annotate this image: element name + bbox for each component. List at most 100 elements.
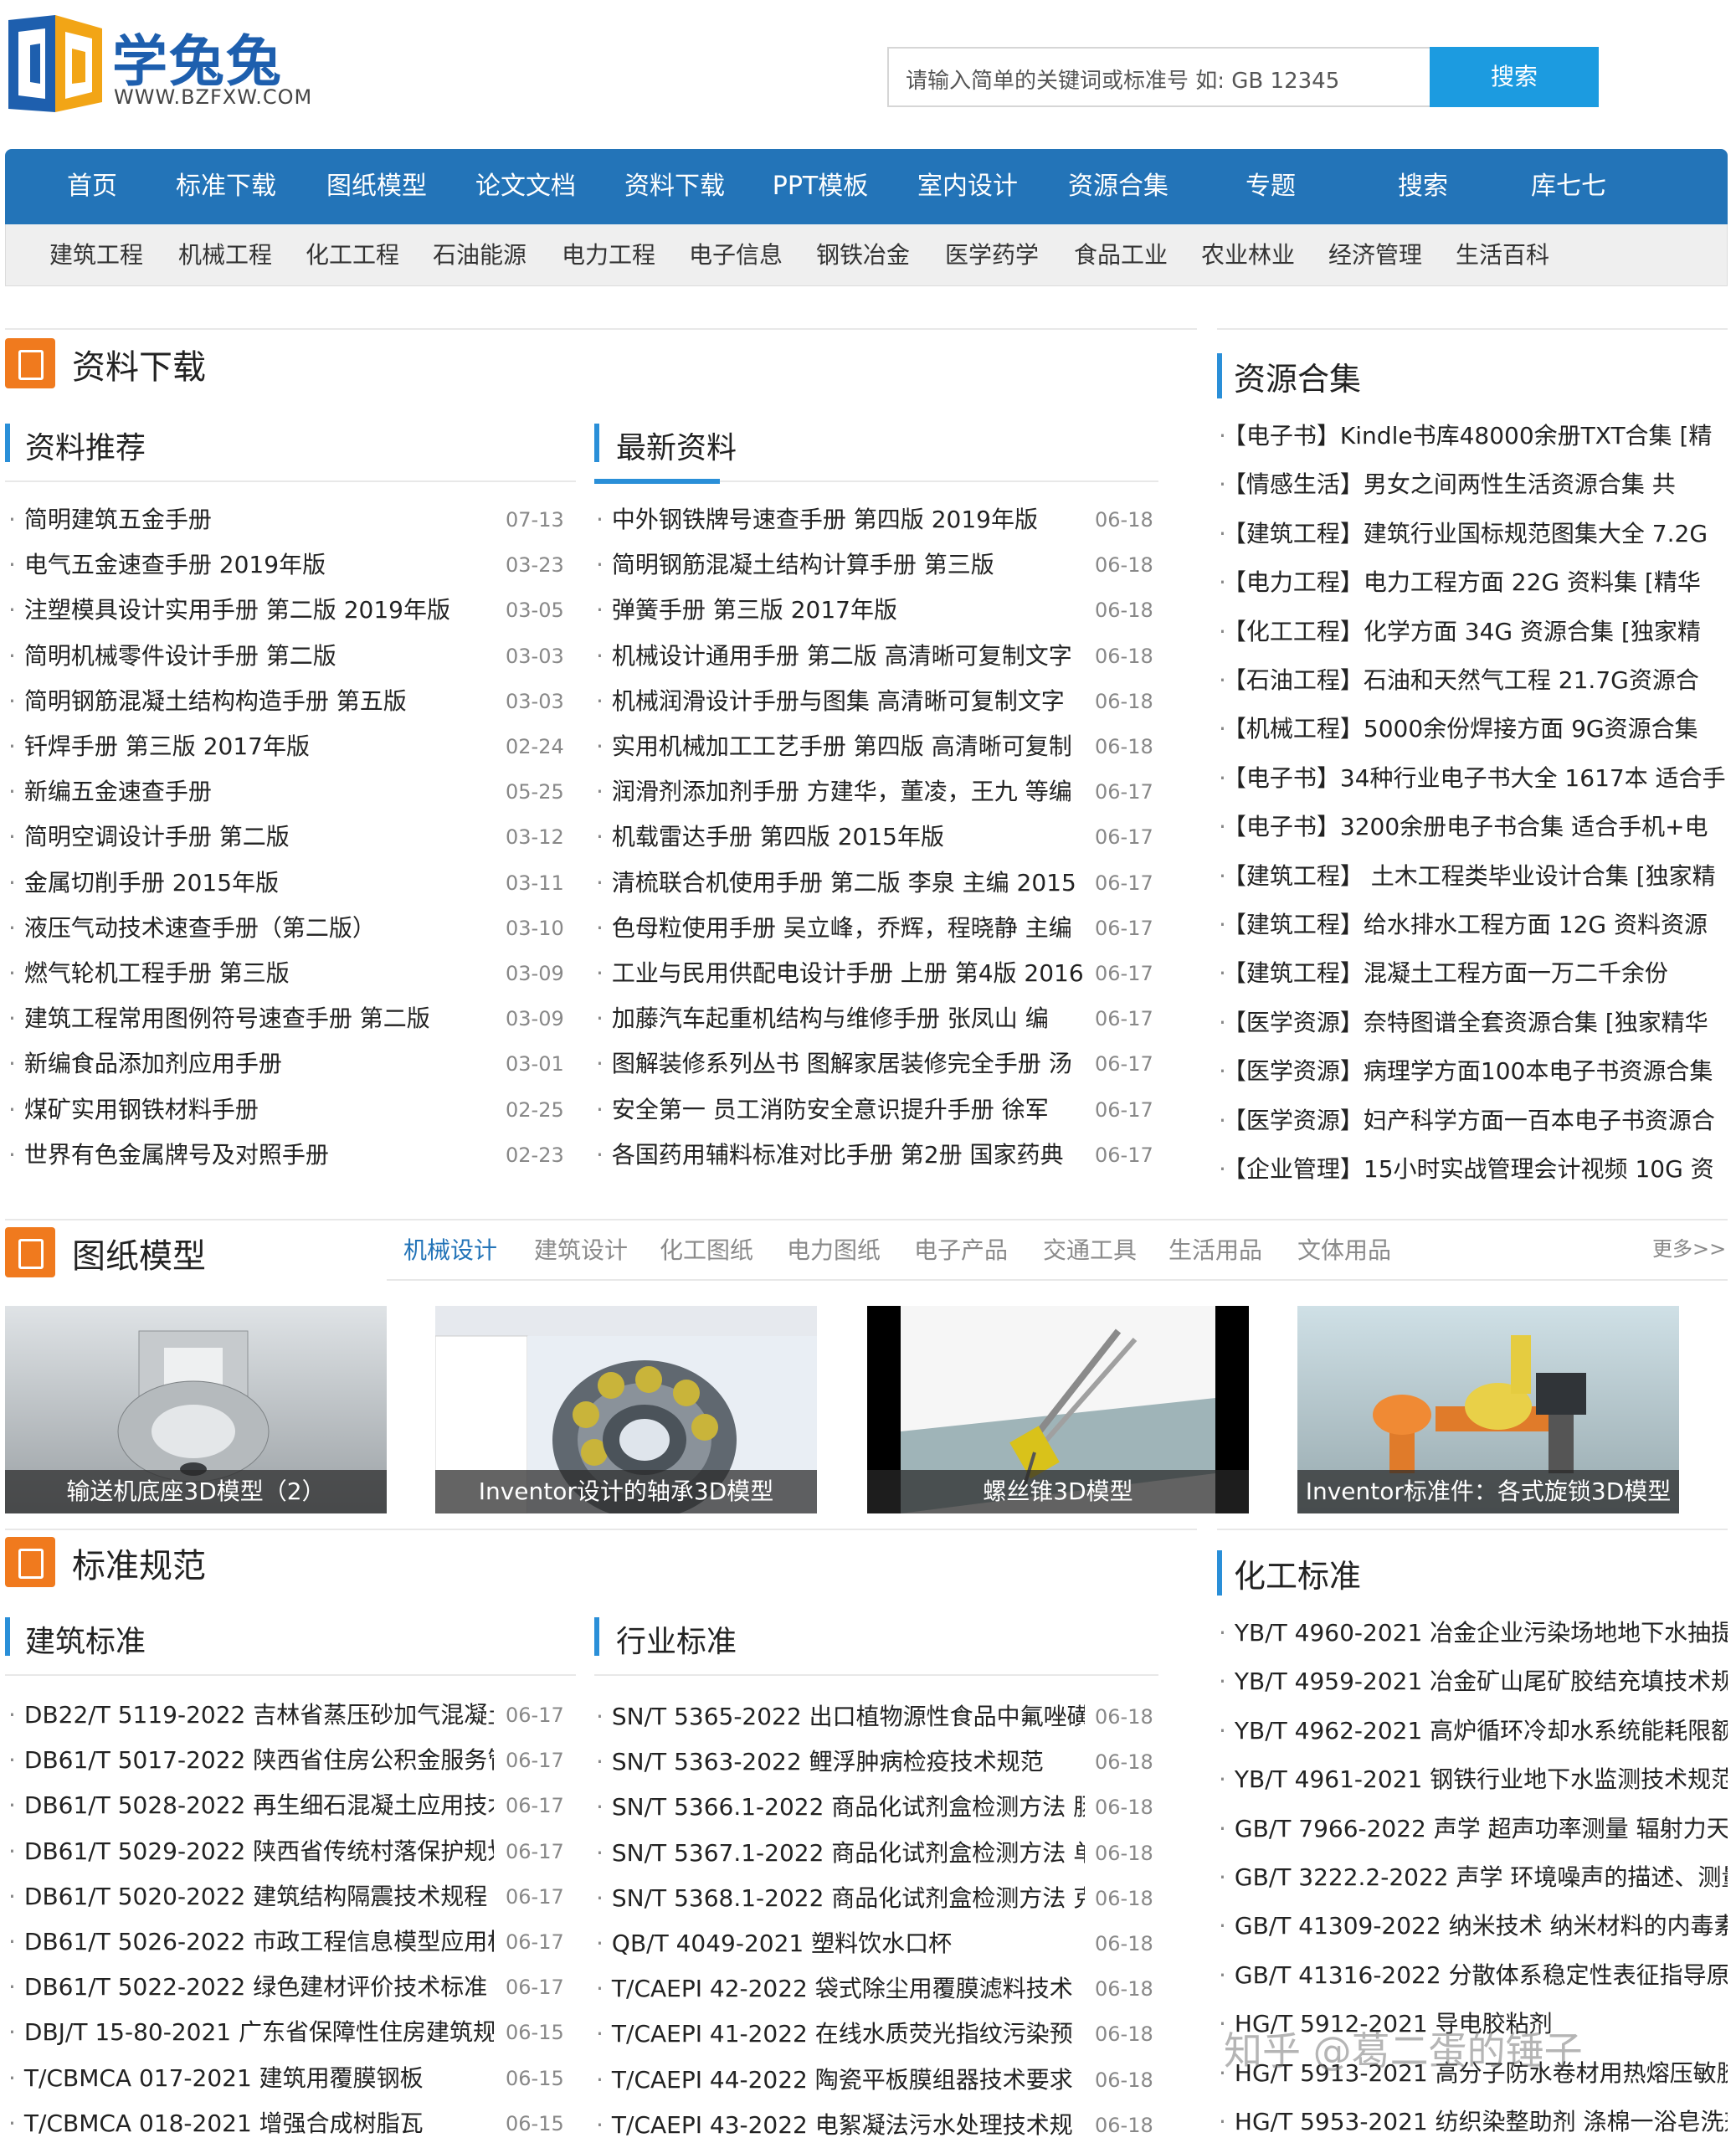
list-item[interactable]: 简明建筑五金手册: [8, 497, 494, 542]
list-item[interactable]: HG/T 5953-2021 纺织染整助剂 涤棉一浴皂洗剂: [1219, 2099, 1728, 2145]
thumb-card[interactable]: Inventor标准件：各式旋锁3D模型: [1297, 1306, 1679, 1513]
nav-item[interactable]: 库七七: [1510, 149, 1627, 224]
list-item[interactable]: 清梳联合机使用手册 第二版 李泉 主编 2015: [596, 861, 1085, 906]
thumb-card[interactable]: 输送机底座3D模型（2）: [5, 1306, 387, 1513]
more-link[interactable]: 更多>>: [1652, 1232, 1726, 1262]
list-item[interactable]: 【医学资源】病理学方面100本电子书资源合集: [1219, 1049, 1728, 1094]
nav-item[interactable]: PPT模板: [762, 149, 879, 224]
list-item[interactable]: 润滑剂添加剂手册 方建华，董凌，王九 等编: [596, 769, 1085, 814]
list-item[interactable]: SN/T 5366.1-2022 商品化试剂盒检测方法 肠: [596, 1785, 1085, 1830]
category-item[interactable]: 石油能源: [433, 224, 526, 286]
nav-item[interactable]: 专题: [1212, 149, 1329, 224]
list-item[interactable]: 电气五金速查手册 2019年版: [8, 542, 494, 588]
list-item[interactable]: DB61/T 5020-2022 建筑结构隔震技术规程: [8, 1874, 494, 1919]
tab-3[interactable]: 化工图纸: [660, 1219, 753, 1282]
list-item[interactable]: GB/T 3222.2-2022 声学 环境噪声的描述、测量: [1219, 1855, 1728, 1900]
list-item[interactable]: YB/T 4962-2021 高炉循环冷却水系统能耗限额: [1219, 1709, 1728, 1754]
list-item[interactable]: 机载雷达手册 第四版 2015年版: [596, 814, 1085, 860]
list-item[interactable]: DB61/T 5017-2022 陕西省住房公积金服务管: [8, 1738, 494, 1783]
category-item[interactable]: 钢铁冶金: [816, 224, 910, 286]
category-item[interactable]: 建筑工程: [49, 224, 143, 286]
list-item[interactable]: DB61/T 5028-2022 再生细石混凝土应用技术: [8, 1783, 494, 1828]
nav-item[interactable]: 论文文档: [467, 149, 584, 224]
search-button[interactable]: 搜索: [1430, 47, 1599, 107]
search-input[interactable]: 请输入简单的关键词或标准号 如: GB 12345: [887, 47, 1431, 107]
thumb-card[interactable]: 螺丝锥3D模型: [867, 1306, 1249, 1513]
list-item[interactable]: SN/T 5368.1-2022 商品化试剂盒检测方法 克: [596, 1876, 1085, 1921]
list-item[interactable]: DB22/T 5119-2022 吉林省蒸压砂加气混凝土: [8, 1693, 494, 1738]
thumb-card[interactable]: Inventor设计的轴承3D模型: [435, 1306, 817, 1513]
list-item[interactable]: T/CAEPI 41-2022 在线水质荧光指纹污染预: [596, 2012, 1085, 2057]
list-item[interactable]: 【建筑工程】建筑行业国标规范图集大全 7.2G: [1219, 511, 1728, 557]
list-item[interactable]: 简明空调设计手册 第二版: [8, 814, 494, 860]
list-item[interactable]: 燃气轮机工程手册 第三版: [8, 951, 494, 996]
tab-8[interactable]: 文体用品: [1297, 1219, 1391, 1282]
list-item[interactable]: 机械设计通用手册 第二版 高清晰可复制文字: [596, 634, 1085, 679]
category-item[interactable]: 食品工业: [1074, 224, 1168, 286]
list-item[interactable]: 【电子书】34种行业电子书大全 1617本 适合手: [1219, 756, 1728, 801]
list-item[interactable]: T/CAEPI 43-2022 电絮凝法污水处理技术规: [596, 2103, 1085, 2148]
list-item[interactable]: 【石油工程】石油和天然气工程 21.7G资源合: [1219, 658, 1728, 703]
list-item[interactable]: GB/T 41316-2022 分散体系稳定性表征指导原: [1219, 1953, 1728, 1998]
list-item[interactable]: 各国药用辅料标准对比手册 第2册 国家药典: [596, 1133, 1085, 1178]
list-item[interactable]: 工业与民用供配电设计手册 上册 第4版 2016: [596, 951, 1085, 996]
list-item[interactable]: 注塑模具设计实用手册 第二版 2019年版: [8, 588, 494, 633]
nav-item[interactable]: 标准下载: [167, 149, 285, 224]
list-item[interactable]: 【建筑工程】给水排水工程方面 12G 资料资源: [1219, 902, 1728, 948]
list-item[interactable]: T/CAEPI 42-2022 袋式除尘用覆膜滤料技术: [596, 1966, 1085, 2012]
site-logo[interactable]: 学兔兔 WWW.BZFXW.COM: [5, 12, 315, 117]
tab-1[interactable]: 机械设计: [403, 1219, 497, 1282]
list-item[interactable]: 安全第一 员工消防安全意识提升手册 徐军: [596, 1087, 1085, 1133]
list-item[interactable]: 色母粒使用手册 吴立峰，乔辉，程晓静 主编: [596, 906, 1085, 951]
tab-6[interactable]: 交通工具: [1043, 1219, 1137, 1282]
category-item[interactable]: 农业林业: [1201, 224, 1295, 286]
list-item[interactable]: 【医学资源】妇产科学方面一百本电子书资源合: [1219, 1098, 1728, 1143]
list-item[interactable]: YB/T 4960-2021 冶金企业污染场地地下水抽提: [1219, 1611, 1728, 1656]
list-item[interactable]: T/CBMCA 018-2021 增强合成树脂瓦: [8, 2101, 494, 2146]
list-item[interactable]: T/CAEPI 44-2022 陶瓷平板膜组器技术要求: [596, 2058, 1085, 2103]
category-item[interactable]: 经济管理: [1328, 224, 1422, 286]
list-item[interactable]: SN/T 5367.1-2022 商品化试剂盒检测方法 单: [596, 1831, 1085, 1876]
list-item[interactable]: QB/T 4049-2021 塑料饮水口杯: [596, 1921, 1085, 1966]
nav-item[interactable]: 搜索: [1364, 149, 1482, 224]
list-item[interactable]: 机械润滑设计手册与图集 高清晰可复制文字: [596, 679, 1085, 724]
list-item[interactable]: DBJ/T 15-80-2021 广东省保障性住房建筑规: [8, 2010, 494, 2055]
list-item[interactable]: 新编食品添加剂应用手册: [8, 1041, 494, 1087]
list-item[interactable]: DB61/T 5022-2022 绿色建材评价技术标准: [8, 1965, 494, 2010]
category-item[interactable]: 化工工程: [306, 224, 399, 286]
list-item[interactable]: YB/T 4959-2021 冶金矿山尾矿胶结充填技术规: [1219, 1659, 1728, 1704]
nav-item[interactable]: 图纸模型: [318, 149, 435, 224]
category-item[interactable]: 电力工程: [562, 224, 655, 286]
nav-item[interactable]: 资源合集: [1060, 149, 1177, 224]
list-item[interactable]: DB61/T 5026-2022 市政工程信息模型应用标: [8, 1919, 494, 1965]
list-item[interactable]: 【电子书】Kindle书库48000余册TXT合集 [精: [1219, 414, 1728, 459]
list-item[interactable]: GB/T 7966-2022 声学 超声功率测量 辐射力天: [1219, 1806, 1728, 1852]
list-item[interactable]: 弹簧手册 第三版 2017年版: [596, 588, 1085, 633]
list-item[interactable]: 【电力工程】电力工程方面 22G 资料集 [精华: [1219, 560, 1728, 605]
list-item[interactable]: 【企业管理】15小时实战管理会计视频 10G 资: [1219, 1147, 1728, 1192]
category-item[interactable]: 生活百科: [1456, 224, 1549, 286]
list-item[interactable]: 新编五金速查手册: [8, 769, 494, 814]
list-item[interactable]: YB/T 4961-2021 钢铁行业地下水监测技术规范: [1219, 1757, 1728, 1802]
list-item[interactable]: 简明钢筋混凝土结构构造手册 第五版: [8, 679, 494, 724]
list-item[interactable]: 煤矿实用钢铁材料手册: [8, 1087, 494, 1133]
list-item[interactable]: 金属切削手册 2015年版: [8, 861, 494, 906]
list-item[interactable]: 世界有色金属牌号及对照手册: [8, 1133, 494, 1178]
tab-4[interactable]: 电力图纸: [787, 1219, 881, 1282]
tab-7[interactable]: 生活用品: [1168, 1219, 1262, 1282]
category-item[interactable]: 电子信息: [689, 224, 783, 286]
list-item[interactable]: 简明钢筋混凝土结构计算手册 第三版: [596, 542, 1085, 588]
tab-2[interactable]: 建筑设计: [534, 1219, 628, 1282]
list-item[interactable]: 加藤汽车起重机结构与维修手册 张凤山 编: [596, 996, 1085, 1041]
list-item[interactable]: 液压气动技术速查手册（第二版）: [8, 906, 494, 951]
category-item[interactable]: 机械工程: [178, 224, 272, 286]
category-item[interactable]: 医学药学: [945, 224, 1039, 286]
nav-item[interactable]: 室内设计: [909, 149, 1026, 224]
list-item[interactable]: 【化工工程】化学方面 34G 资源合集 [独家精: [1219, 609, 1728, 655]
list-item[interactable]: SN/T 5365-2022 出口植物源性食品中氟唑磺: [596, 1694, 1085, 1739]
list-item[interactable]: 图解装修系列丛书 图解家居装修完全手册 汤: [596, 1041, 1085, 1087]
list-item[interactable]: 【电子书】3200余册电子书合集 适合手机+电: [1219, 804, 1728, 850]
list-item[interactable]: DB61/T 5029-2022 陕西省传统村落保护规划: [8, 1829, 494, 1874]
list-item[interactable]: 建筑工程常用图例符号速查手册 第二版: [8, 996, 494, 1041]
list-item[interactable]: 简明机械零件设计手册 第二版: [8, 634, 494, 679]
